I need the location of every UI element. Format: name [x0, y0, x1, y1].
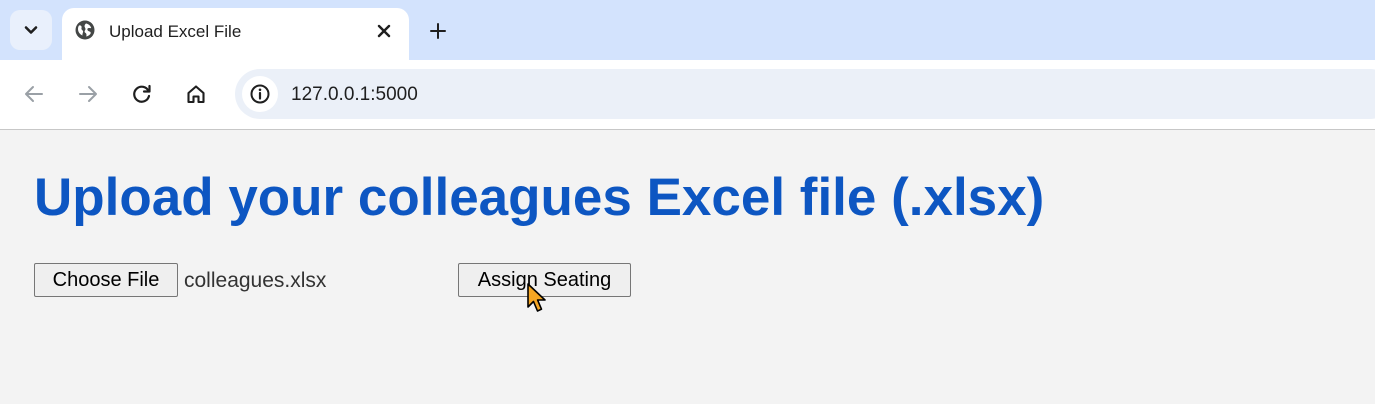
new-tab-button[interactable]	[424, 17, 452, 45]
mouse-cursor-icon	[527, 283, 546, 312]
url-text[interactable]: 127.0.0.1:5000	[291, 84, 418, 106]
reload-button[interactable]	[128, 80, 156, 108]
tab-close-button[interactable]	[372, 19, 396, 43]
tab-title: Upload Excel File	[109, 22, 242, 41]
forward-button[interactable]	[74, 80, 102, 108]
reload-icon	[133, 84, 151, 103]
tab-strip: Upload Excel File	[0, 0, 1375, 60]
arrow-right-icon	[79, 86, 97, 102]
page-content: Upload your colleagues Excel file (.xlsx…	[0, 130, 1375, 404]
choose-file-button[interactable]: Choose File	[34, 263, 178, 297]
chevron-down-icon	[24, 26, 38, 34]
back-button[interactable]	[20, 80, 48, 108]
selected-file-name: colleagues.xlsx	[184, 269, 327, 292]
plus-icon	[430, 23, 446, 39]
address-bar[interactable]: 127.0.0.1:5000	[235, 69, 1375, 119]
arrow-left-icon	[25, 86, 43, 102]
browser-toolbar: 127.0.0.1:5000	[0, 60, 1375, 130]
tab-search-button[interactable]	[10, 10, 52, 50]
close-icon	[377, 24, 391, 38]
home-button[interactable]	[182, 80, 210, 108]
active-tab[interactable]: Upload Excel File	[62, 8, 409, 60]
site-info-button[interactable]	[242, 76, 278, 112]
home-icon	[187, 85, 205, 104]
globe-icon	[75, 20, 95, 40]
info-icon	[250, 84, 270, 104]
page-title: Upload your colleagues Excel file (.xlsx…	[34, 168, 1045, 227]
